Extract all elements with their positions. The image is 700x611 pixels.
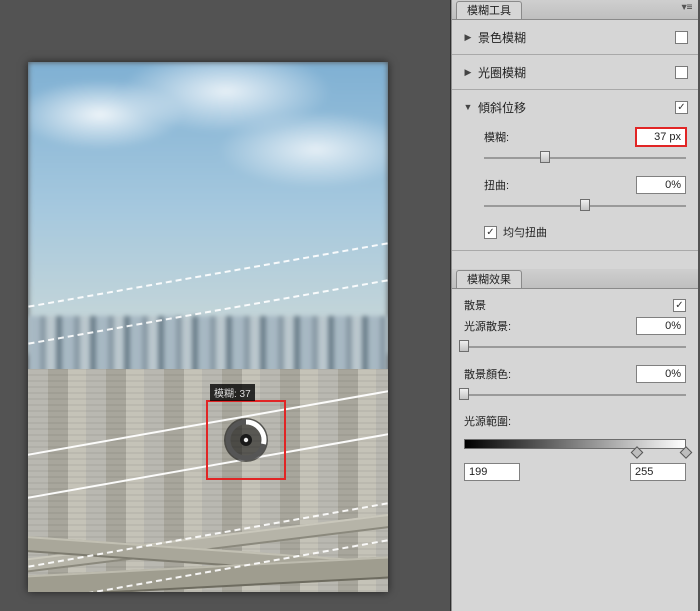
light-range-low-input[interactable]: 199: [464, 463, 520, 481]
distort-value-input[interactable]: 0%: [636, 176, 686, 194]
row-checkbox[interactable]: [675, 66, 688, 79]
slider-thumb-icon[interactable]: [540, 151, 550, 163]
panel-menu-icon[interactable]: ▾≡: [680, 2, 694, 16]
field-light-bokeh: 光源散景: 0%: [452, 313, 698, 335]
slider-thumb-icon[interactable]: [459, 340, 469, 352]
row-checkbox[interactable]: [675, 101, 688, 114]
row-label: 景色模糊: [478, 29, 675, 46]
field-label: 模糊:: [484, 129, 636, 145]
row-label: 傾斜位移: [478, 99, 675, 116]
panel-tabbar: ▾≡ 模糊效果: [452, 269, 698, 289]
blur-dial[interactable]: [221, 415, 271, 465]
row-field-blur[interactable]: ▶ 景色模糊: [452, 20, 698, 55]
field-blur: 模糊: 37 px: [452, 124, 698, 146]
bokeh-color-slider[interactable]: [464, 387, 686, 403]
row-bokeh: 散景: [452, 293, 698, 313]
disclosure-triangle-icon[interactable]: ▶: [462, 67, 474, 78]
field-label: 散景顏色:: [464, 366, 636, 382]
canvas-area: 模糊: 37: [0, 0, 440, 611]
light-range-values: 199 255: [452, 461, 698, 493]
row-checkbox[interactable]: [675, 31, 688, 44]
blur-pin-label: 模糊: 37: [210, 384, 255, 401]
document-canvas[interactable]: 模糊: 37: [28, 62, 388, 592]
tab-blur-tools[interactable]: 模糊工具: [456, 1, 522, 19]
tab-blur-effects[interactable]: 模糊效果: [456, 270, 522, 288]
field-light-range: 光源範圍:: [452, 409, 698, 429]
light-bokeh-slider[interactable]: [464, 339, 686, 355]
row-tilt-shift[interactable]: ▼ 傾斜位移 模糊: 37 px 扭曲: 0% 均勻扭曲: [452, 90, 698, 251]
field-label: 光源散景:: [464, 318, 636, 334]
disclosure-triangle-icon[interactable]: ▼: [462, 102, 474, 112]
bokeh-checkbox[interactable]: [673, 299, 686, 312]
distort-slider[interactable]: [484, 198, 686, 214]
field-distort: 扭曲: 0%: [452, 172, 698, 194]
slider-thumb-icon[interactable]: [459, 388, 469, 400]
row-label: 散景: [464, 297, 673, 313]
blur-pin-highlight: 模糊: 37: [206, 400, 286, 480]
slider-thumb-icon[interactable]: [580, 199, 590, 211]
disclosure-triangle-icon[interactable]: ▶: [462, 32, 474, 43]
field-bokeh-color: 散景顏色: 0%: [452, 361, 698, 383]
blur-value-input[interactable]: 37 px: [636, 128, 686, 146]
light-bokeh-input[interactable]: 0%: [636, 317, 686, 335]
row-iris-blur[interactable]: ▶ 光圈模糊: [452, 55, 698, 90]
bokeh-color-input[interactable]: 0%: [636, 365, 686, 383]
light-range-high-input[interactable]: 255: [630, 463, 686, 481]
field-uniform-distort: 均勻扭曲: [452, 220, 698, 250]
field-label: 扭曲:: [484, 177, 636, 193]
right-panels: ▾≡ 模糊工具 ▶ 景色模糊 ▶ 光圈模糊 ▼ 傾斜位移 模糊: 37 px: [450, 0, 698, 611]
uniform-distort-checkbox[interactable]: [484, 226, 497, 239]
uniform-distort-label: 均勻扭曲: [503, 224, 547, 240]
row-label: 光圈模糊: [478, 64, 675, 81]
light-range-gradient[interactable]: [464, 433, 686, 459]
panel-tabbar: ▾≡ 模糊工具: [452, 0, 698, 20]
field-label: 光源範圍:: [464, 413, 686, 429]
blur-slider[interactable]: [484, 150, 686, 166]
photo-sky: [28, 62, 388, 354]
